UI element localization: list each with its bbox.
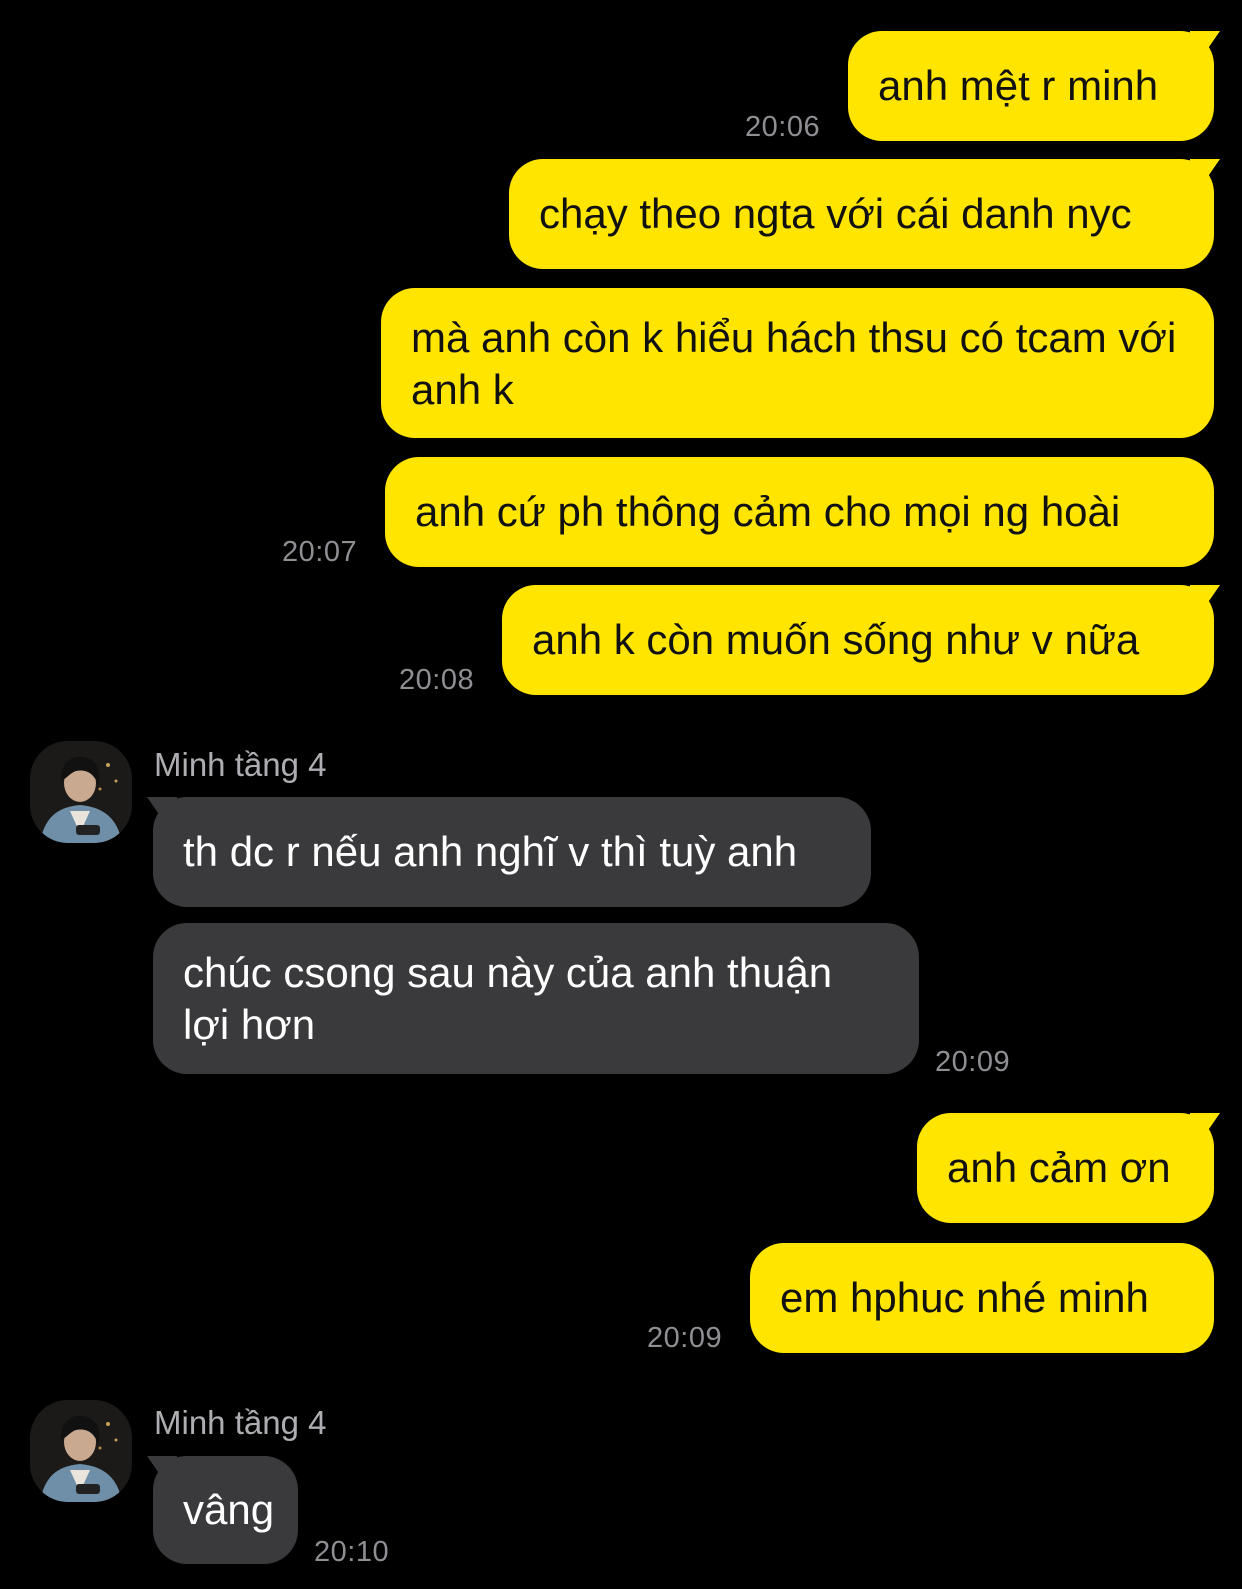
sender-name: Minh tầng 4 bbox=[154, 746, 327, 783]
avatar-photo-icon bbox=[30, 1400, 132, 1502]
outgoing-message[interactable]: anh cứ ph thông cảm cho mọi ng hoài bbox=[385, 457, 1214, 567]
message-text: th dc r nếu anh nghĩ v thì tuỳ anh bbox=[183, 828, 798, 875]
message-text: anh k còn muốn sống như v nữa bbox=[532, 616, 1140, 663]
incoming-message[interactable]: chúc csong sau này của anh thuận lợi hơn bbox=[153, 923, 919, 1074]
outgoing-message[interactable]: mà anh còn k hiểu hách thsu có tcam với … bbox=[381, 288, 1214, 438]
outgoing-message[interactable]: anh mệt r minh bbox=[848, 31, 1214, 141]
message-text: chạy theo ngta với cái danh nyc bbox=[539, 190, 1132, 237]
outgoing-message[interactable]: chạy theo ngta với cái danh nyc bbox=[509, 159, 1214, 269]
message-text: anh cảm ơn bbox=[947, 1144, 1171, 1191]
message-text: em hphuc nhé minh bbox=[780, 1274, 1149, 1321]
message-timestamp: 20:09 bbox=[935, 1046, 1011, 1078]
message-text: chúc csong sau này của anh thuận lợi hơn bbox=[183, 949, 833, 1048]
message-timestamp: 20:07 bbox=[282, 536, 358, 568]
sender-name: Minh tầng 4 bbox=[154, 1404, 327, 1441]
message-text: vâng bbox=[183, 1486, 275, 1533]
contact-avatar[interactable] bbox=[30, 1400, 132, 1502]
message-text: mà anh còn k hiểu hách thsu có tcam với … bbox=[411, 314, 1177, 413]
contact-avatar[interactable] bbox=[30, 741, 132, 843]
incoming-message[interactable]: vâng bbox=[153, 1456, 298, 1564]
message-timestamp: 20:06 bbox=[745, 111, 821, 143]
outgoing-message[interactable]: anh cảm ơn bbox=[917, 1113, 1214, 1223]
message-text: anh mệt r minh bbox=[878, 62, 1159, 109]
message-timestamp: 20:09 bbox=[647, 1322, 723, 1354]
outgoing-message[interactable]: anh k còn muốn sống như v nữa bbox=[502, 585, 1214, 695]
message-text: anh cứ ph thông cảm cho mọi ng hoài bbox=[415, 488, 1121, 535]
outgoing-message[interactable]: em hphuc nhé minh bbox=[750, 1243, 1214, 1353]
message-timestamp: 20:08 bbox=[399, 664, 475, 696]
incoming-message[interactable]: th dc r nếu anh nghĩ v thì tuỳ anh bbox=[153, 797, 871, 907]
avatar-photo-icon bbox=[30, 741, 132, 843]
message-timestamp: 20:10 bbox=[314, 1536, 390, 1568]
